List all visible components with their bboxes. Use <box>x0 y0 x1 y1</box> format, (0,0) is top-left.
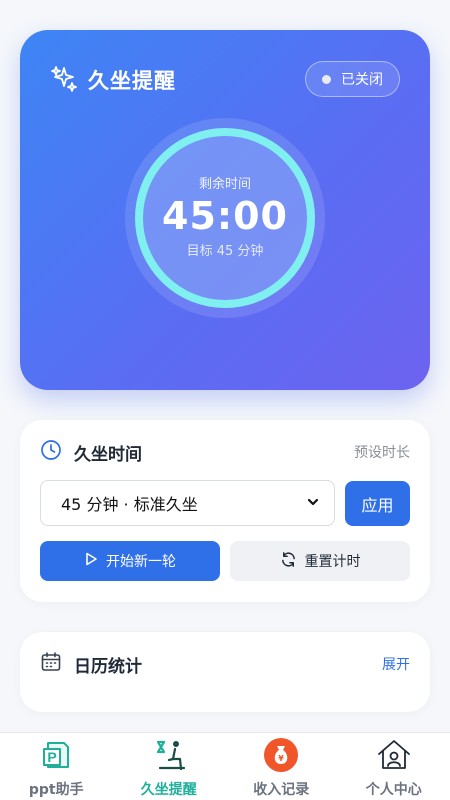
start-new-round-label: 开始新一轮 <box>106 554 176 570</box>
reset-timer-button[interactable]: 重置计时 <box>230 541 410 581</box>
remaining-time-label: 剩余时间 <box>198 177 251 192</box>
tab-label: ppt助手 <box>28 782 84 798</box>
sitting-time-header: 久坐时间 预设时长 <box>40 439 410 465</box>
money-bag-icon: ¥ <box>263 737 299 773</box>
apply-button[interactable]: 应用 <box>345 481 410 526</box>
sitting-time-title: 久坐时间 <box>74 444 142 465</box>
ppt-icon: P <box>39 737 73 773</box>
bottom-tab-bar: P ppt助手 久坐提醒 ¥ 收入记录 个人中心 <box>0 732 450 800</box>
timer-ring: 剩余时间 45:00 目标 45 分钟 <box>135 128 315 308</box>
calendar-stats-card: 日历统计 展开 <box>20 632 430 712</box>
calendar-stats-title: 日历统计 <box>74 656 142 677</box>
status-dot <box>322 74 331 84</box>
hero-header: 久坐提醒 <box>50 64 176 96</box>
expand-link[interactable]: 展开 <box>382 654 410 674</box>
tab-label: 久坐提醒 <box>140 782 197 798</box>
tab-sitting-reminder[interactable]: 久坐提醒 <box>113 733 226 800</box>
tab-profile[interactable]: 个人中心 <box>338 733 450 800</box>
preset-duration-hint: 预设时长 <box>354 445 410 461</box>
sitting-icon <box>152 737 186 773</box>
target-duration: 目标 45 分钟 <box>186 244 264 259</box>
status-label: 已关闭 <box>341 72 383 88</box>
svg-text:P: P <box>48 749 57 765</box>
sitting-time-card: 久坐时间 预设时长 45 分钟 · 标准久坐 应用 开始新一轮 重置计时 <box>20 420 430 602</box>
remaining-time-value: 45:00 <box>162 194 288 238</box>
reset-timer-label: 重置计时 <box>304 554 361 570</box>
home-user-icon <box>376 737 412 773</box>
tab-income-records[interactable]: ¥ 收入记录 <box>225 733 338 800</box>
sparkle-icon <box>50 64 78 96</box>
play-icon <box>84 552 98 570</box>
clock-icon <box>40 439 62 465</box>
calendar-stats-header: 日历统计 展开 <box>40 651 410 677</box>
start-new-round-button[interactable]: 开始新一轮 <box>40 541 220 581</box>
refresh-icon <box>280 551 297 572</box>
tab-ppt-assistant[interactable]: P ppt助手 <box>0 733 113 800</box>
duration-select-value: 45 分钟 · 标准久坐 <box>61 495 198 514</box>
reminder-status-toggle[interactable]: 已关闭 <box>305 61 400 97</box>
tab-label: 个人中心 <box>365 782 422 798</box>
chevron-down-icon <box>306 494 320 513</box>
reminder-hero-card: 久坐提醒 已关闭 剩余时间 45:00 目标 45 分钟 <box>20 30 430 390</box>
calendar-icon <box>40 651 62 677</box>
hero-title: 久坐提醒 <box>88 69 176 93</box>
tab-label: 收入记录 <box>253 782 310 798</box>
duration-select[interactable]: 45 分钟 · 标准久坐 <box>40 480 335 526</box>
svg-text:¥: ¥ <box>278 754 284 763</box>
